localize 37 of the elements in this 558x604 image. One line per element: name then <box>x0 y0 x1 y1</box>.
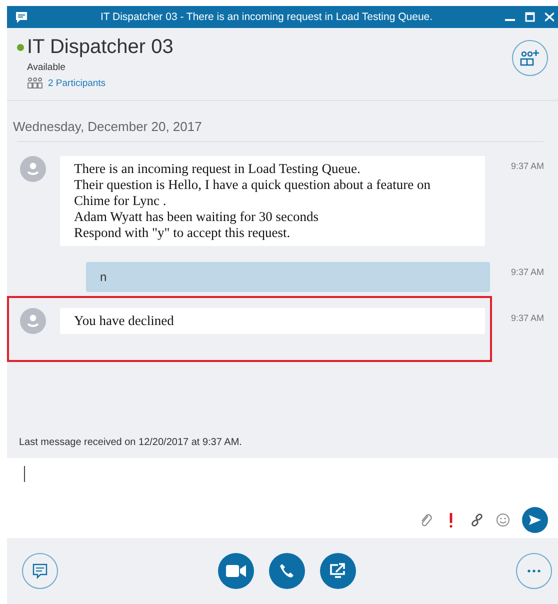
avatar-icon <box>20 308 46 334</box>
phone-icon <box>279 563 295 579</box>
chat-bubble-icon <box>32 563 48 579</box>
paperclip-icon[interactable] <box>420 513 432 527</box>
chat-icon <box>15 10 28 24</box>
call-button[interactable] <box>269 553 305 589</box>
share-screen-icon <box>329 563 347 579</box>
add-people-button[interactable] <box>512 40 548 76</box>
presence-status: Available <box>27 62 66 73</box>
maximize-icon[interactable] <box>525 12 535 22</box>
message-text: n <box>86 262 490 292</box>
smiley-icon[interactable] <box>496 513 510 527</box>
participants-link[interactable]: 2 Participants <box>48 78 106 88</box>
avatar-icon <box>20 156 46 182</box>
message-text: There is an incoming request in Load Testing Queue. Their question is Hello, I have a quick question about a feature on Chime for Lync . Adam Wyatt has been waiting for 30 seconds Respond with "y" to accept this request. <box>60 156 485 246</box>
people-icon <box>27 77 43 89</box>
message-text: You have declined <box>60 308 485 334</box>
send-button[interactable] <box>522 507 548 533</box>
message-time: 9:37 AM <box>511 266 544 277</box>
contact-name: IT Dispatcher 03 <box>27 36 174 59</box>
share-screen-button[interactable] <box>320 553 356 589</box>
chat-button[interactable] <box>22 553 58 589</box>
message-time: 9:37 AM <box>511 160 544 171</box>
conversation-date: Wednesday, December 20, 2017 <box>12 118 203 136</box>
last-message-status: Last message received on 12/20/2017 at 9:37 AM. <box>18 437 243 450</box>
presence-dot <box>17 44 24 51</box>
window-title: IT Dispatcher 03 - There is an incoming request in Load Testing Queue. <box>99 11 434 23</box>
message-input-field[interactable] <box>7 458 558 538</box>
video-button[interactable] <box>218 553 254 589</box>
more-icon <box>527 569 541 573</box>
close-icon[interactable] <box>545 12 554 22</box>
link-icon[interactable] <box>470 513 484 527</box>
message-time: 9:37 AM <box>511 312 544 323</box>
text-cursor <box>24 466 25 482</box>
add-people-icon <box>520 49 540 67</box>
send-icon <box>528 514 542 526</box>
video-camera-icon <box>226 565 246 577</box>
